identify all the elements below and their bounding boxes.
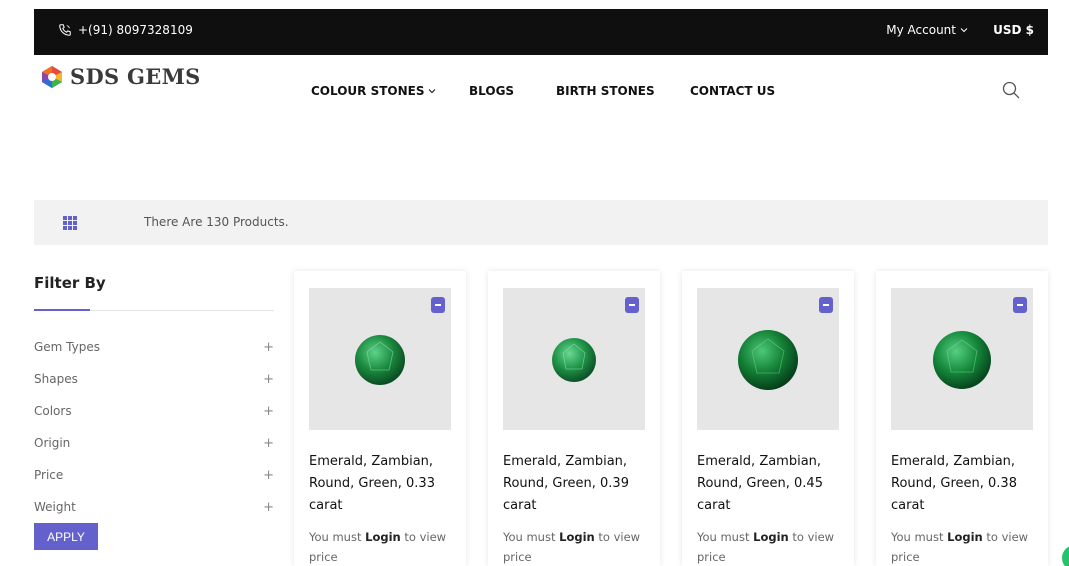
product-price-note: You must Login to view price xyxy=(503,527,645,566)
filter-weight[interactable]: Weight + xyxy=(34,500,274,520)
product-count: There Are 130 Products. xyxy=(144,215,289,229)
product-image[interactable] xyxy=(309,288,451,430)
filter-origin[interactable]: Origin + xyxy=(34,436,274,456)
my-account-label: My Account xyxy=(886,23,956,37)
emerald-gem-image xyxy=(738,330,798,390)
product-card[interactable]: Emerald, Zambian, Round, Green, 0.38 car… xyxy=(876,271,1048,566)
login-link[interactable]: Login xyxy=(365,530,401,544)
plus-icon: + xyxy=(263,372,274,387)
filter-label: Origin xyxy=(34,436,71,450)
product-image[interactable] xyxy=(891,288,1033,430)
phone-link[interactable]: +(91) 8097328109 xyxy=(58,23,193,37)
filter-label: Shapes xyxy=(34,372,78,386)
price-text: You must xyxy=(503,530,560,544)
plus-icon: + xyxy=(263,468,274,483)
product-title[interactable]: Emerald, Zambian, Round, Green, 0.38 car… xyxy=(891,451,1033,517)
emerald-gem-image xyxy=(355,335,405,385)
plus-icon: + xyxy=(263,404,274,419)
currency-selector[interactable]: USD $ xyxy=(993,23,1034,37)
filter-sidebar: Filter By Gem Types + Shapes + Colors + … xyxy=(34,274,274,550)
filter-label: Weight xyxy=(34,500,76,514)
remove-button[interactable] xyxy=(819,297,833,313)
nav-label: BLOGS xyxy=(469,84,515,98)
emerald-gem-image xyxy=(933,331,991,389)
nav-label: COLOUR STONES xyxy=(311,84,425,98)
product-title[interactable]: Emerald, Zambian, Round, Green, 0.33 car… xyxy=(309,451,451,517)
nav-contact-us[interactable]: CONTACT US xyxy=(690,84,775,98)
price-text: You must xyxy=(891,530,948,544)
filter-shapes[interactable]: Shapes + xyxy=(34,372,274,392)
product-image[interactable] xyxy=(503,288,645,430)
phone-number: +(91) 8097328109 xyxy=(78,23,193,37)
remove-icon xyxy=(435,304,441,306)
plus-icon: + xyxy=(263,500,274,515)
emerald-gem-image xyxy=(552,338,596,382)
grid-view-icon[interactable] xyxy=(63,216,77,230)
product-title[interactable]: Emerald, Zambian, Round, Green, 0.39 car… xyxy=(503,451,645,517)
product-card[interactable]: Emerald, Zambian, Round, Green, 0.39 car… xyxy=(488,271,660,566)
nav-label: CONTACT US xyxy=(690,84,776,98)
remove-icon xyxy=(1017,304,1023,306)
nav-blogs[interactable]: BLOGS xyxy=(469,84,514,98)
filter-label: Gem Types xyxy=(34,340,100,354)
my-account-dropdown[interactable]: My Account xyxy=(886,23,968,37)
remove-button[interactable] xyxy=(625,297,639,313)
product-price-note: You must Login to view price xyxy=(697,527,839,566)
nav-colour-stones[interactable]: COLOUR STONES xyxy=(311,84,436,98)
chevron-down-icon xyxy=(960,28,968,33)
product-card[interactable]: Emerald, Zambian, Round, Green, 0.45 car… xyxy=(682,271,854,566)
login-link[interactable]: Login xyxy=(947,530,983,544)
nav-birth-stones[interactable]: BIRTH STONES xyxy=(556,84,655,98)
phone-icon xyxy=(59,24,71,36)
chat-icon[interactable] xyxy=(1062,545,1069,566)
listing-toolbar: There Are 130 Products. xyxy=(34,200,1048,245)
filter-colors[interactable]: Colors + xyxy=(34,404,274,424)
divider-accent xyxy=(34,309,90,311)
product-card[interactable]: Emerald, Zambian, Round, Green, 0.33 car… xyxy=(294,271,466,566)
filter-gem-types[interactable]: Gem Types + xyxy=(34,340,274,360)
product-price-note: You must Login to view price xyxy=(309,527,451,566)
main-nav: COLOUR STONES BLOGS BIRTH STONES CONTACT… xyxy=(0,84,1069,100)
product-price-note: You must Login to view price xyxy=(891,527,1033,566)
remove-icon xyxy=(823,304,829,306)
chevron-down-icon xyxy=(428,89,435,94)
filter-label: Price xyxy=(34,468,64,482)
filter-label: Colors xyxy=(34,404,72,418)
plus-icon: + xyxy=(263,340,274,355)
search-icon[interactable] xyxy=(1001,80,1021,100)
remove-button[interactable] xyxy=(1013,297,1027,313)
nav-label: BIRTH STONES xyxy=(556,84,655,98)
filter-price[interactable]: Price + xyxy=(34,468,274,488)
product-title[interactable]: Emerald, Zambian, Round, Green, 0.45 car… xyxy=(697,451,839,517)
product-image[interactable] xyxy=(697,288,839,430)
login-link[interactable]: Login xyxy=(559,530,595,544)
top-bar: +(91) 8097328109 My Account USD $ xyxy=(34,9,1048,55)
price-text: You must xyxy=(309,530,366,544)
filter-heading: Filter By xyxy=(34,274,106,292)
apply-button[interactable]: APPLY xyxy=(34,523,98,550)
remove-button[interactable] xyxy=(431,297,445,313)
remove-icon xyxy=(629,304,635,306)
price-text: You must xyxy=(697,530,754,544)
login-link[interactable]: Login xyxy=(753,530,789,544)
plus-icon: + xyxy=(263,436,274,451)
